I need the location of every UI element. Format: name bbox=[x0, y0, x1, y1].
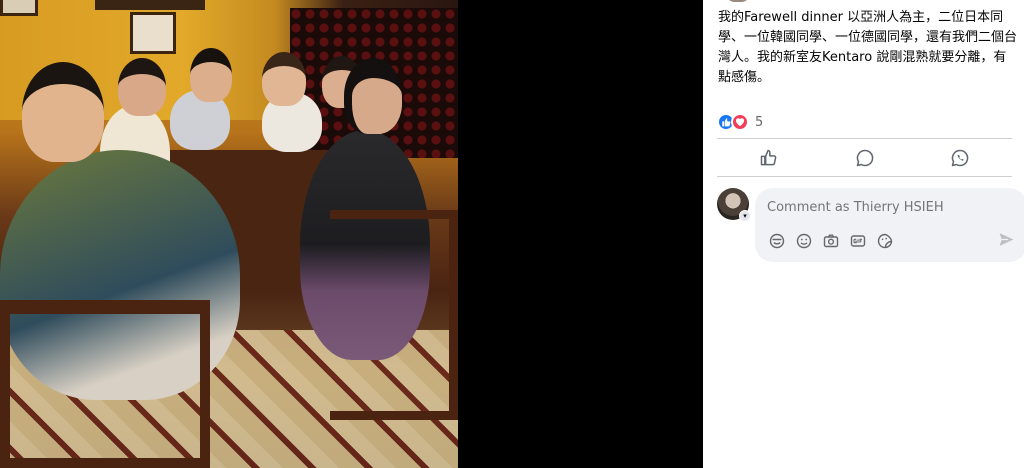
avatar-sticker-icon[interactable] bbox=[767, 231, 786, 250]
comment-input[interactable] bbox=[767, 198, 1007, 216]
emoji-icon[interactable] bbox=[794, 231, 813, 250]
comment-icon bbox=[856, 149, 873, 167]
post-side-panel: 我的Farewell dinner 以亞洲人為主，二位日本同學、一位韓國同學、一… bbox=[703, 0, 1024, 468]
sticker-icon[interactable] bbox=[875, 231, 894, 250]
reaction-count[interactable]: 5 bbox=[755, 115, 763, 130]
photo-shelf bbox=[95, 0, 205, 10]
photo-viewer bbox=[0, 0, 703, 468]
post-actions bbox=[717, 140, 1012, 176]
photo-person-head bbox=[190, 48, 232, 102]
divider bbox=[717, 176, 1012, 177]
photo-frame-left bbox=[0, 0, 38, 16]
post-caption: 我的Farewell dinner 以亞洲人為主，二位日本同學、一位韓國同學、一… bbox=[718, 10, 1018, 85]
whatsapp-share-button[interactable] bbox=[948, 146, 972, 170]
comment-button[interactable] bbox=[853, 146, 877, 170]
like-button[interactable] bbox=[757, 146, 781, 170]
photo-chair bbox=[0, 300, 210, 468]
post-photo[interactable] bbox=[0, 0, 458, 468]
camera-icon[interactable] bbox=[821, 231, 840, 250]
love-icon bbox=[731, 113, 749, 131]
author-avatar[interactable] bbox=[725, 0, 751, 2]
like-icon bbox=[760, 149, 777, 166]
photo-person-head bbox=[22, 62, 104, 162]
chevron-down-icon[interactable]: ▾ bbox=[739, 210, 751, 222]
photo-person-head bbox=[118, 58, 166, 116]
reactions-summary[interactable]: 5 bbox=[717, 112, 763, 132]
whatsapp-share-icon bbox=[951, 149, 969, 167]
photo-person-head bbox=[344, 58, 402, 134]
comment-box bbox=[755, 188, 1024, 262]
photo-frame bbox=[130, 12, 176, 54]
photo-person-head bbox=[262, 52, 306, 106]
comment-tools bbox=[767, 231, 894, 250]
send-icon[interactable] bbox=[998, 231, 1017, 250]
gif-icon[interactable] bbox=[848, 231, 867, 250]
photo-chair bbox=[330, 210, 458, 420]
avatar[interactable]: ▾ bbox=[717, 188, 751, 222]
divider bbox=[717, 138, 1012, 139]
comment-composer: ▾ bbox=[717, 188, 1024, 262]
